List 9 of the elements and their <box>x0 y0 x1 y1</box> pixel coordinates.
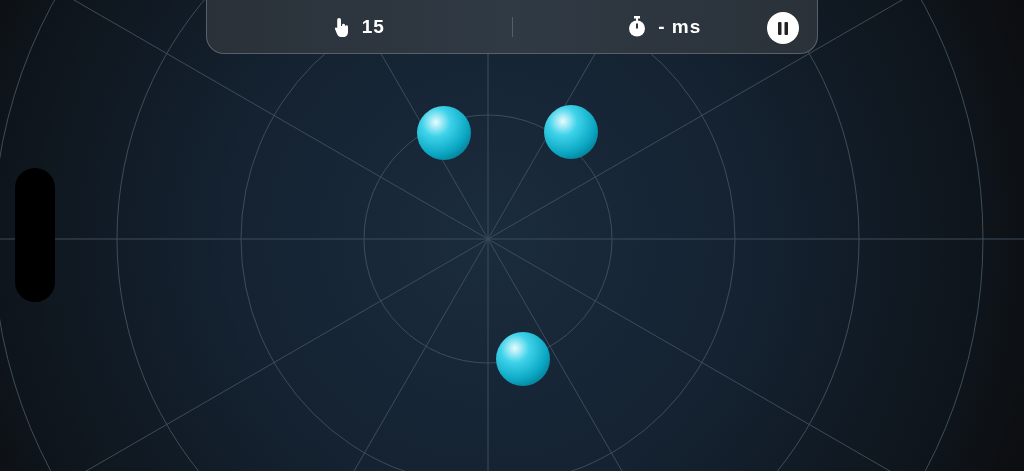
tap-count: 15 <box>361 15 385 38</box>
target-ball[interactable] <box>496 332 550 386</box>
target-ball[interactable] <box>417 106 471 160</box>
stopwatch-icon <box>628 16 647 37</box>
target-ball[interactable] <box>544 105 598 159</box>
tap-icon <box>333 16 350 37</box>
pause-button[interactable] <box>767 12 799 44</box>
time-reading: - ms <box>658 15 702 38</box>
pause-icon <box>778 21 788 35</box>
